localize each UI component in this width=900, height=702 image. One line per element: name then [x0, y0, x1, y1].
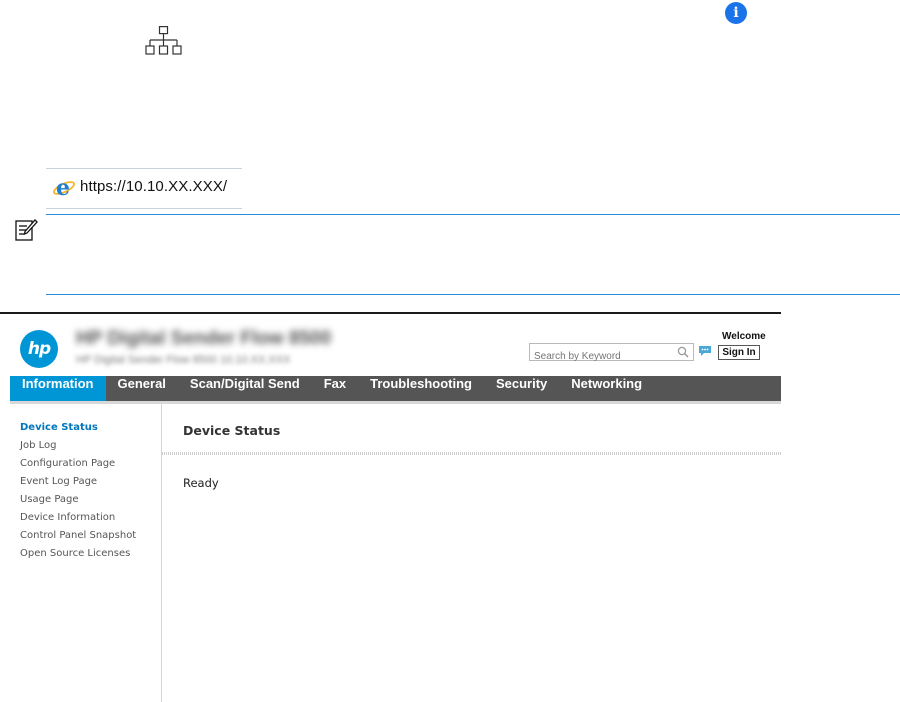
svg-text:e: e: [56, 175, 70, 201]
chat-icon[interactable]: [698, 345, 712, 357]
tab-fax[interactable]: Fax: [312, 376, 358, 401]
menu-item-device-information[interactable]: Device Information: [20, 511, 136, 529]
sign-in-button[interactable]: Sign In: [718, 345, 760, 360]
title-divider: [162, 452, 781, 455]
left-menu: Device Status Job Log Configuration Page…: [20, 421, 136, 565]
tab-scan-digital-send[interactable]: Scan/Digital Send: [178, 376, 312, 401]
menu-item-open-source-licenses[interactable]: Open Source Licenses: [20, 547, 136, 565]
note-top-rule: [46, 214, 900, 215]
tab-troubleshooting[interactable]: Troubleshooting: [358, 376, 484, 401]
search-field[interactable]: [529, 343, 694, 365]
tab-security[interactable]: Security: [484, 376, 559, 401]
menu-item-event-log-page[interactable]: Event Log Page: [20, 475, 136, 493]
welcome-label: Welcome: [722, 331, 766, 342]
tab-networking[interactable]: Networking: [559, 376, 654, 401]
note-bottom-rule: [46, 294, 900, 295]
menu-item-usage-page[interactable]: Usage Page: [20, 493, 136, 511]
ews-top-border: [0, 312, 781, 314]
network-icon: [145, 26, 182, 55]
menu-divider: [161, 404, 162, 702]
tab-general[interactable]: General: [106, 376, 178, 401]
menu-item-configuration-page[interactable]: Configuration Page: [20, 457, 136, 475]
tab-information[interactable]: Information: [10, 376, 106, 401]
menu-item-control-panel-snapshot[interactable]: Control Panel Snapshot: [20, 529, 136, 547]
search-icon[interactable]: [677, 346, 689, 358]
menu-item-job-log[interactable]: Job Log: [20, 439, 136, 457]
device-subtitle: HP Digital Sender Flow 8500 10.10.XX.XXX: [76, 354, 291, 366]
sign-in-label: Sign In: [722, 347, 756, 358]
internet-explorer-icon: e: [52, 175, 76, 201]
hp-logo: hp: [20, 330, 58, 368]
device-status-value: Ready: [183, 476, 219, 490]
note-icon: [15, 219, 38, 241]
main-nav: Information General Scan/Digital Send Fa…: [10, 376, 781, 401]
page-title: Device Status: [183, 423, 281, 438]
browser-address-bar[interactable]: e https://10.10.XX.XXX/: [46, 168, 242, 209]
device-name: HP Digital Sender Flow 8500: [76, 328, 332, 349]
menu-item-device-status[interactable]: Device Status: [20, 421, 136, 439]
url-text: https://10.10.XX.XXX/: [80, 178, 228, 195]
info-icon: i: [725, 2, 747, 24]
nav-shadow: [10, 401, 781, 404]
search-input[interactable]: [530, 348, 674, 365]
